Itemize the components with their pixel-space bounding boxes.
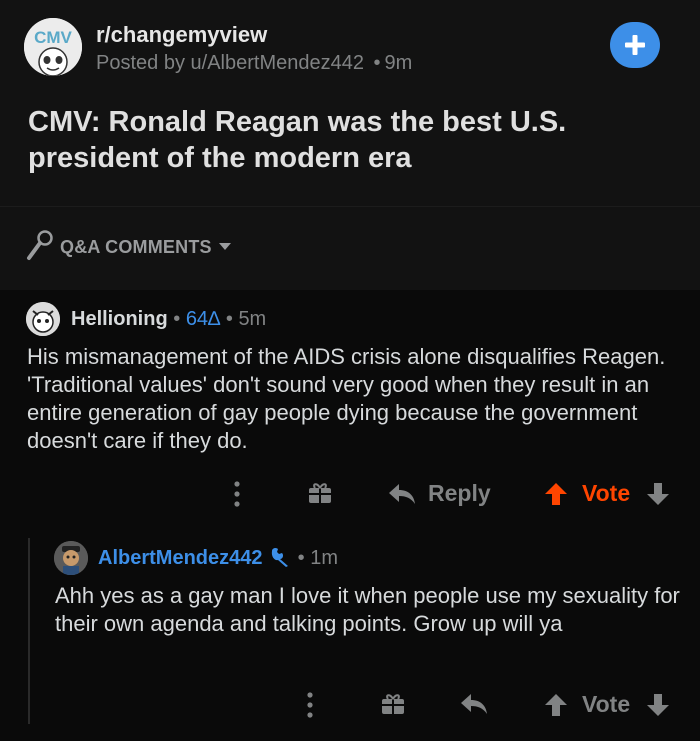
- reply-label: Reply: [428, 480, 491, 506]
- user-avatar-icon[interactable]: [26, 302, 60, 336]
- post-title: CMV: Ronald Reagan was the best U.S. pre…: [28, 106, 567, 174]
- chevron-down-icon[interactable]: [218, 242, 232, 252]
- join-button[interactable]: [610, 22, 660, 68]
- comment-sort-label[interactable]: Q&A COMMENTS: [60, 237, 212, 258]
- subreddit-name[interactable]: r/changemyview: [96, 22, 267, 48]
- gift-icon[interactable]: [308, 482, 332, 504]
- delta-count: 64∆: [185, 308, 221, 330]
- meta-separator: •: [225, 308, 233, 330]
- reply-icon: [389, 483, 415, 504]
- downvote-icon[interactable]: [646, 482, 670, 506]
- subreddit-icon-text: CMV: [34, 28, 72, 47]
- vote-label: Vote: [582, 480, 631, 506]
- vote-control[interactable]: Vote: [544, 691, 670, 718]
- meta-separator: •: [297, 547, 305, 569]
- vote-label: Vote: [582, 691, 631, 717]
- post-author[interactable]: u/AlbertMendez442: [191, 52, 364, 74]
- upvote-icon[interactable]: [544, 482, 568, 506]
- more-icon[interactable]: [306, 692, 314, 718]
- comment-age: 5m: [238, 308, 267, 330]
- vote-control[interactable]: Vote: [544, 480, 670, 507]
- post-age: 9m: [384, 52, 413, 74]
- meta-separator: •: [373, 52, 381, 74]
- comment-body: His mismanagement of the AIDS crisis alo…: [27, 344, 666, 453]
- meta-separator: •: [173, 308, 181, 330]
- downvote-icon[interactable]: [646, 693, 670, 717]
- upvote-icon[interactable]: [544, 693, 568, 717]
- comment-meta: Hellioning • 64∆ • 5m: [71, 308, 266, 331]
- reply-button[interactable]: Reply: [388, 480, 491, 507]
- comment-age: 1m: [310, 547, 338, 569]
- comment-body: Ahh yes as a gay man I love it when peop…: [55, 583, 680, 636]
- comment-meta: AlbertMendez442 • 1m: [98, 547, 338, 570]
- comment-username[interactable]: AlbertMendez442: [98, 547, 263, 569]
- mod-wrench-icon: [271, 547, 289, 567]
- posted-by-prefix: Posted by: [96, 52, 185, 74]
- microphone-icon: [27, 230, 53, 260]
- gift-icon[interactable]: [381, 693, 405, 715]
- more-icon[interactable]: [233, 481, 241, 507]
- subreddit-avatar-icon[interactable]: CMV: [24, 18, 82, 76]
- thread-line[interactable]: [28, 538, 30, 724]
- plus-icon: [625, 35, 645, 55]
- user-avatar-icon[interactable]: [54, 541, 88, 575]
- reply-icon[interactable]: [460, 693, 488, 715]
- comment-username[interactable]: Hellioning: [71, 308, 168, 330]
- posted-by-line: Posted by u/AlbertMendez442 • 9m: [96, 52, 412, 75]
